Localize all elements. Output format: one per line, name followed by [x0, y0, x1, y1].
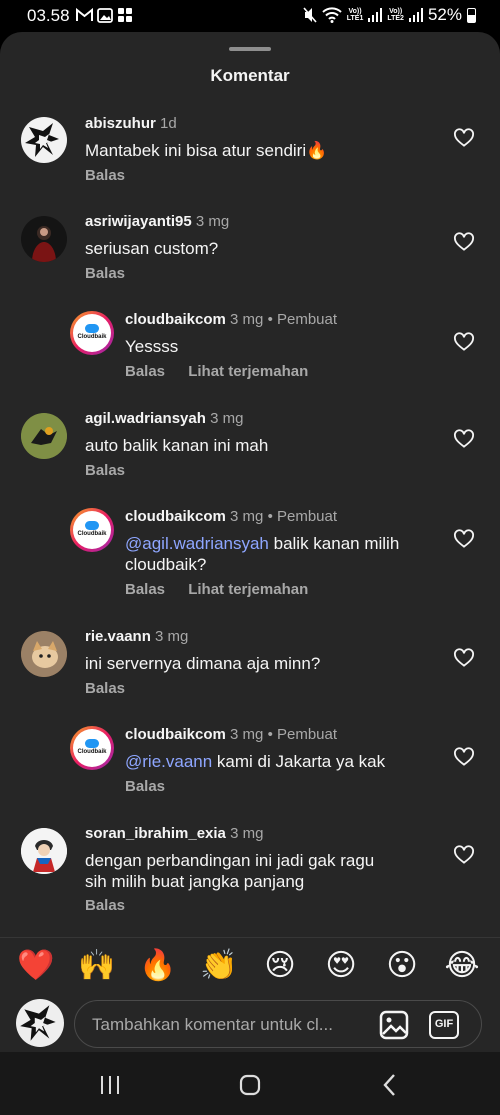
- gallery-icon: [97, 7, 113, 23]
- comment-text: @rie.vaann kami di Jakarta ya kak: [125, 752, 386, 771]
- comments-sheet: Komentar abiszuhur 1d Mantabek ini bisa …: [0, 32, 500, 1115]
- cloudbaik-logo-icon: [85, 324, 99, 333]
- avatar[interactable]: [21, 828, 67, 874]
- reply-button[interactable]: Balas: [125, 778, 165, 795]
- comment-text: @agil.wadriansyah balik kanan milih clou…: [125, 534, 400, 574]
- avatar[interactable]: Cloudbaik: [70, 726, 114, 770]
- my-avatar: [16, 999, 64, 1047]
- status-time: 03.58: [27, 6, 70, 25]
- image-icon[interactable]: [379, 1010, 409, 1040]
- gmail-icon: [76, 8, 93, 21]
- home-icon[interactable]: [235, 1070, 265, 1100]
- comment-input[interactable]: Tambahkan komentar untuk cl... GIF: [74, 1000, 482, 1048]
- emoji-raised-hands[interactable]: 🙌: [77, 946, 117, 986]
- author-badge: Pembuat: [277, 508, 338, 525]
- battery-percent: 52%: [427, 5, 462, 24]
- emoji-clapping[interactable]: 👏: [199, 946, 239, 986]
- battery-icon: [467, 7, 476, 23]
- reply-button[interactable]: Balas: [85, 897, 125, 914]
- app-grid-icon: [118, 8, 132, 22]
- comment-time: 3 mg: [210, 410, 244, 427]
- comment-time: 3 mg: [230, 825, 264, 842]
- avatar[interactable]: Cloudbaik: [70, 311, 114, 355]
- reply-button[interactable]: Balas: [125, 363, 165, 380]
- mention-link[interactable]: @agil.wadriansyah: [125, 534, 269, 553]
- divider: [0, 937, 500, 938]
- avatar[interactable]: [21, 117, 67, 163]
- comment-text: Mantabek ini bisa atur sendiri🔥: [85, 141, 328, 160]
- like-heart-icon[interactable]: [453, 331, 475, 351]
- comment-username[interactable]: agil.wadriansyah: [85, 410, 206, 427]
- reply-button[interactable]: Balas: [85, 462, 125, 479]
- comment-username[interactable]: abiszuhur: [85, 115, 156, 132]
- emoji-heart-eyes[interactable]: 😍: [321, 946, 361, 986]
- comment-input-placeholder: Tambahkan komentar untuk cl...: [92, 1015, 333, 1034]
- like-heart-icon[interactable]: [453, 127, 475, 147]
- signal-icon: [368, 8, 383, 22]
- see-translation-button[interactable]: Lihat terjemahan: [188, 363, 308, 380]
- avatar[interactable]: Cloudbaik: [70, 508, 114, 552]
- gif-button[interactable]: GIF: [429, 1011, 459, 1039]
- avatar[interactable]: [21, 413, 67, 459]
- reply-button[interactable]: Balas: [85, 680, 125, 697]
- emoji-crying[interactable]: 😢: [260, 946, 300, 986]
- status-bar: 03.58 Vo)) LTE1 Vo)) LTE2 52%: [0, 0, 500, 32]
- mention-link[interactable]: @rie.vaann: [125, 752, 212, 771]
- sheet-drag-handle[interactable]: [229, 47, 271, 51]
- wifi-icon: [322, 7, 342, 23]
- reply-button[interactable]: Balas: [85, 167, 125, 184]
- emoji-surprised[interactable]: 😮: [382, 946, 422, 986]
- comment-text: dengan perbandingan ini jadi gak ragu si…: [85, 851, 375, 891]
- emoji-fire[interactable]: 🔥: [138, 946, 178, 986]
- author-badge: Pembuat: [277, 311, 338, 328]
- reply-button[interactable]: Balas: [125, 581, 165, 598]
- comment-username[interactable]: rie.vaann: [85, 628, 151, 645]
- system-nav-bar: [0, 1052, 500, 1115]
- like-heart-icon[interactable]: [453, 844, 475, 864]
- comment-username[interactable]: cloudbaikcom: [125, 508, 226, 525]
- comment-username[interactable]: cloudbaikcom: [125, 726, 226, 743]
- avatar[interactable]: [21, 216, 67, 262]
- comment-username[interactable]: soran_ibrahim_exia: [85, 825, 226, 842]
- comment-username[interactable]: asriwijayanti95: [85, 213, 192, 230]
- comment-time: 3 mg: [195, 213, 230, 230]
- recent-apps-icon[interactable]: [95, 1070, 125, 1100]
- comment-time: 3 mg: [155, 628, 189, 645]
- mute-icon: [303, 7, 317, 23]
- sheet-title: Komentar: [210, 66, 290, 85]
- emoji-quick-bar: ❤️ 🙌 🔥 👏 😢 😍 😮 😂: [0, 946, 500, 990]
- comment-time: 3 mg: [230, 311, 264, 328]
- like-heart-icon[interactable]: [453, 528, 475, 548]
- cloudbaik-logo-icon: [85, 739, 99, 748]
- like-heart-icon[interactable]: [453, 746, 475, 766]
- back-icon[interactable]: [375, 1070, 405, 1100]
- comment-text: Yessss: [125, 337, 179, 356]
- cloudbaik-logo-icon: [85, 521, 99, 530]
- signal-icon: [408, 8, 423, 22]
- like-heart-icon[interactable]: [453, 647, 475, 667]
- comment-text: seriusan custom?: [85, 239, 219, 258]
- reply-button[interactable]: Balas: [85, 265, 125, 282]
- sim2-label: Vo)) LTE2: [387, 8, 404, 22]
- avatar[interactable]: [21, 631, 67, 677]
- comment-text: ini servernya dimana aja minn?: [85, 654, 321, 673]
- comment-time: 1d: [160, 115, 177, 132]
- see-translation-button[interactable]: Lihat terjemahan: [188, 581, 308, 598]
- comment-text: auto balik kanan ini mah: [85, 436, 269, 455]
- comment-username[interactable]: cloudbaikcom: [125, 311, 226, 328]
- author-badge: Pembuat: [277, 726, 338, 743]
- sim1-label: Vo)) LTE1: [346, 8, 364, 22]
- comment-time: 3 mg: [230, 508, 264, 525]
- emoji-heart[interactable]: ❤️: [16, 946, 56, 986]
- comment-time: 3 mg: [230, 726, 264, 743]
- like-heart-icon[interactable]: [453, 231, 475, 251]
- emoji-laughing[interactable]: 😂: [442, 946, 482, 986]
- like-heart-icon[interactable]: [453, 428, 475, 448]
